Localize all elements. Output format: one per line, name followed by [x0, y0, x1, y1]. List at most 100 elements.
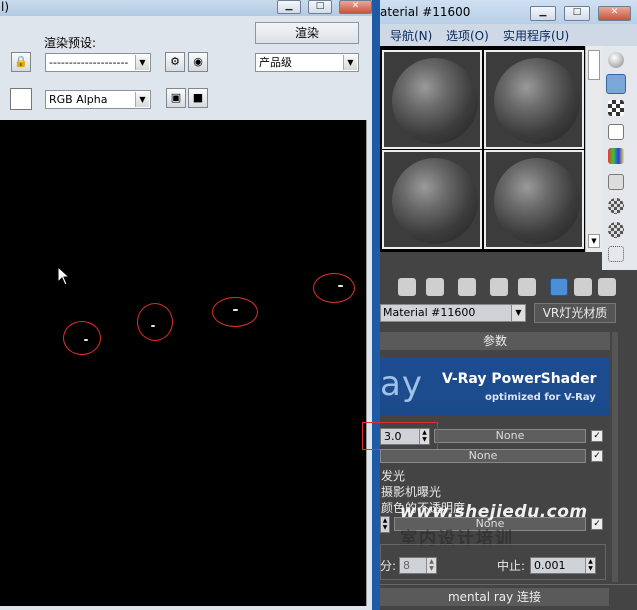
cutoff-label: 中止: — [497, 559, 526, 573]
render-window-title: l) — [1, 0, 10, 14]
mental-ray-connection-rollout[interactable]: mental ray 连接 — [380, 588, 609, 606]
lock-icon[interactable]: 🔒 — [11, 52, 31, 72]
background-icon[interactable] — [608, 100, 624, 116]
camera-exposure-label: 摄影机曝光 — [381, 485, 442, 499]
make-unique-icon[interactable] — [490, 278, 508, 296]
reset-map-icon[interactable] — [458, 278, 476, 296]
assign-to-selection-icon[interactable] — [426, 278, 444, 296]
menu-options[interactable]: 选项(O) — [446, 27, 489, 44]
window-divider — [372, 0, 380, 610]
material-scrollbar[interactable] — [612, 332, 618, 582]
material-sphere — [494, 158, 580, 244]
material-editor-titlebar: aterial #11600 ▁ □ ✕ — [380, 0, 637, 24]
highlight-box — [362, 422, 438, 450]
video-color-check-icon[interactable] — [608, 148, 624, 164]
render-setup-icon[interactable]: ◉ — [188, 52, 208, 72]
show-map-in-viewport-icon[interactable] — [550, 278, 568, 296]
subdivs-label: 分: — [380, 559, 397, 573]
render-quality-value: 产品级 — [259, 56, 292, 69]
chevron-down-icon: ▼ — [135, 55, 149, 70]
options-icon[interactable] — [608, 198, 624, 214]
chevron-down-icon: ▼ — [135, 92, 149, 107]
menu-navigation[interactable]: 导航(N) — [390, 27, 432, 44]
channel-dropdown[interactable]: RGB Alpha ▼ — [45, 90, 151, 109]
render-frame-buffer — [0, 120, 366, 606]
emit-light-label: 发光 — [381, 469, 406, 483]
make-preview-icon[interactable] — [608, 174, 624, 190]
chevron-down-icon[interactable]: ▼ — [588, 234, 600, 248]
opacity-map-checkbox[interactable]: ✓ — [591, 450, 603, 462]
material-toolbar — [380, 270, 637, 302]
close-button[interactable]: ✕ — [598, 6, 631, 21]
sample-slot[interactable] — [382, 50, 482, 149]
material-sphere — [392, 58, 478, 144]
color-map-button[interactable]: None — [434, 429, 586, 443]
color-swatch[interactable] — [10, 88, 32, 110]
scroll-thumb[interactable] — [588, 50, 600, 80]
spinner-arrows-icon[interactable]: ▲ ▼ — [426, 558, 436, 573]
sample-slot[interactable] — [382, 150, 482, 249]
highlight-circle — [137, 303, 173, 341]
mouse-cursor-icon — [57, 266, 71, 286]
minimize-button[interactable]: ▁ — [277, 0, 301, 14]
render-button[interactable]: 渲染 — [255, 22, 359, 44]
select-by-material-icon[interactable] — [608, 222, 624, 238]
color-map-checkbox[interactable]: ✓ — [591, 430, 603, 442]
uv-tiling-icon[interactable] — [608, 124, 624, 140]
chevron-down-icon: ▼ — [343, 55, 357, 70]
banner-title: V-Ray PowerShader — [442, 371, 597, 387]
render-quality-dropdown[interactable]: 产品级 ▼ — [255, 53, 359, 72]
sample-slot[interactable] — [484, 150, 584, 249]
slots-scrollbar[interactable]: ▼ — [585, 46, 602, 252]
material-menubar: 导航(N) 选项(O) 实用程序(U) — [380, 24, 637, 46]
highlight-circle — [313, 273, 355, 303]
show-end-result-icon[interactable] — [574, 278, 592, 296]
sample-type-icon[interactable] — [608, 52, 624, 68]
teapot-render-icon[interactable]: ⚙ — [165, 52, 185, 72]
put-to-library-icon[interactable] — [518, 278, 536, 296]
menu-utilities[interactable]: 实用程序(U) — [503, 27, 569, 44]
channel-value: RGB Alpha — [49, 93, 108, 106]
material-sample-slots — [380, 46, 602, 252]
vray-banner: ay V-Ray PowerShader optimized for V-Ray — [380, 358, 609, 415]
cutoff-value: 0.001 — [534, 559, 566, 572]
subdivs-spinner[interactable]: 8 ▲ ▼ — [399, 557, 437, 574]
displacement-map-checkbox[interactable]: ✓ — [591, 518, 603, 530]
material-editor-title: aterial #11600 — [380, 5, 471, 19]
subdivs-value: 8 — [403, 559, 410, 572]
parameters-rollout[interactable]: 参数 — [380, 332, 610, 350]
banner-subtitle: optimized for V-Ray — [485, 392, 596, 403]
material-map-navigator-icon[interactable] — [608, 246, 624, 262]
watermark-url: www.shejiedu.com — [400, 502, 588, 522]
chevron-down-icon: ▼ — [511, 305, 525, 321]
put-to-scene-icon[interactable] — [398, 278, 416, 296]
vray-logo: ay — [380, 364, 423, 404]
backlight-icon[interactable] — [606, 74, 626, 94]
material-type-button[interactable]: VR灯光材质 — [534, 303, 616, 323]
render-preset-label: 渲染预设: — [44, 36, 97, 50]
cutoff-spinner[interactable]: 0.001 ▲ ▼ — [530, 557, 596, 574]
light-dot — [84, 339, 88, 341]
maximize-button[interactable]: □ — [564, 6, 590, 21]
maximize-button[interactable]: □ — [308, 0, 332, 14]
render-preset-value: -------------------- — [49, 56, 129, 69]
highlight-circle — [63, 321, 101, 355]
sample-slot[interactable] — [484, 50, 584, 149]
opacity-map-button[interactable]: None — [380, 449, 586, 463]
spinner-arrows-icon[interactable]: ▲ ▼ — [585, 558, 595, 573]
material-sphere — [392, 158, 478, 244]
monochrome-icon[interactable]: ■ — [188, 88, 208, 108]
material-name-field[interactable]: Material #11600 ▼ — [380, 304, 526, 322]
side-toolbar — [602, 46, 637, 270]
light-dot — [151, 325, 155, 327]
render-preset-dropdown[interactable]: -------------------- ▼ — [45, 53, 151, 72]
spinner-arrows-icon[interactable]: ▲ ▼ — [380, 516, 390, 533]
light-dot — [338, 285, 343, 287]
material-name-value: Material #11600 — [383, 306, 476, 319]
display-alpha-icon[interactable]: ▣ — [166, 88, 186, 108]
minimize-button[interactable]: ▁ — [530, 6, 556, 21]
highlight-circle — [212, 297, 258, 327]
close-button[interactable]: ✕ — [339, 0, 372, 14]
go-to-parent-icon[interactable] — [598, 278, 616, 296]
light-dot — [233, 309, 238, 311]
